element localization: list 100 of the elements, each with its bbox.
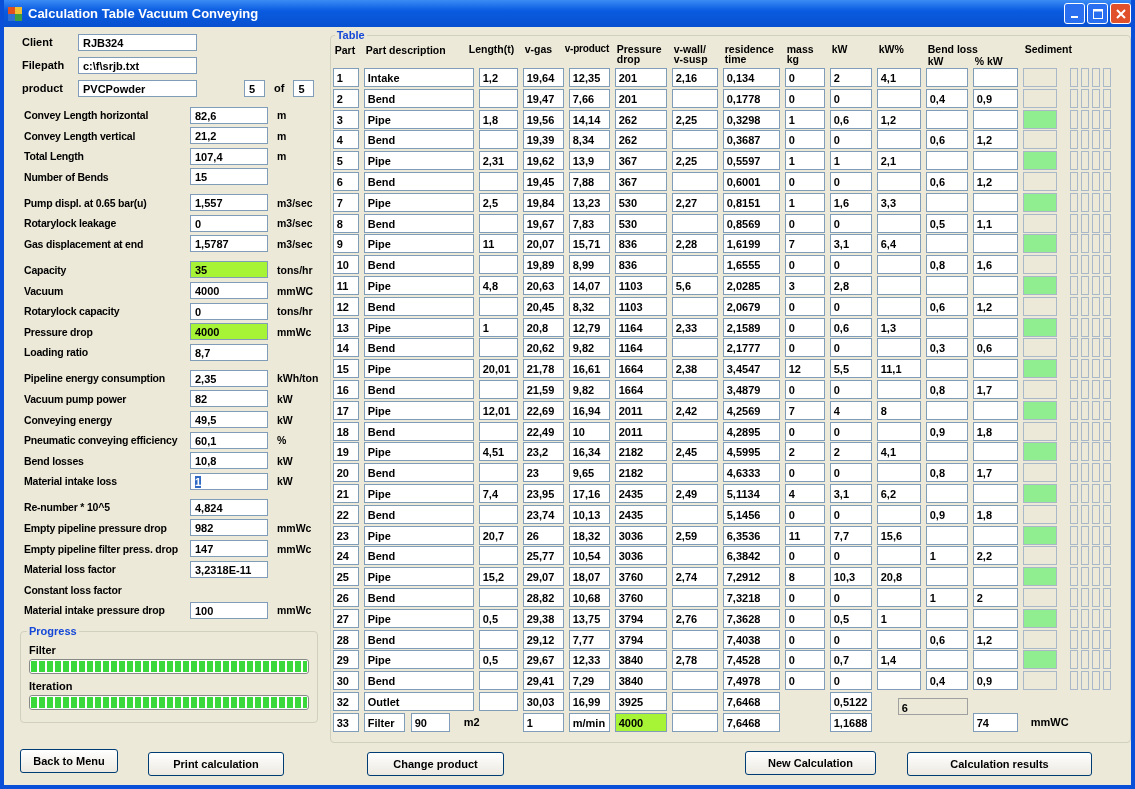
table-cell[interactable] — [478, 255, 518, 275]
table-cell[interactable]: 2,0679 — [722, 296, 780, 316]
table-cell[interactable]: 2,25 — [671, 151, 718, 171]
table-cell[interactable]: 6,2 — [876, 483, 921, 503]
table-cell[interactable]: 0,6 — [829, 109, 872, 129]
table-cell[interactable]: 0 — [784, 255, 825, 275]
table-cell[interactable]: 16 — [332, 379, 359, 399]
table-cell[interactable]: Bend — [363, 255, 474, 275]
table-cell[interactable]: Bend — [363, 88, 474, 108]
table-cell[interactable] — [478, 629, 518, 649]
parameter-field[interactable]: 10,8 — [190, 452, 268, 470]
table-cell[interactable]: 12,33 — [568, 650, 610, 670]
table-cell[interactable]: 0 — [784, 671, 825, 691]
table-cell[interactable]: 7,6468 — [722, 712, 780, 732]
table-cell[interactable]: Bend — [363, 213, 474, 233]
table-cell[interactable]: 5,1456 — [722, 504, 780, 524]
table-cell[interactable]: 19,47 — [522, 88, 564, 108]
table-cell[interactable] — [972, 109, 1018, 129]
table-cell[interactable]: Pipe — [363, 234, 474, 254]
table-cell[interactable]: 7,7 — [829, 525, 872, 545]
table-cell[interactable] — [478, 671, 518, 691]
table-cell[interactable]: 0,4 — [925, 88, 968, 108]
table-cell[interactable] — [478, 504, 518, 524]
table-cell[interactable] — [972, 608, 1018, 628]
table-cell[interactable]: 2,38 — [671, 359, 718, 379]
table-cell[interactable]: 21,59 — [522, 379, 564, 399]
table-cell[interactable]: 530 — [614, 192, 667, 212]
table-cell[interactable]: 1,2 — [972, 629, 1018, 649]
table-cell[interactable]: 3 — [332, 109, 359, 129]
table-cell[interactable]: 3,3 — [876, 192, 921, 212]
table-cell[interactable]: 2 — [972, 587, 1018, 607]
table-cell[interactable]: 3,4547 — [722, 359, 780, 379]
table-cell[interactable]: 23,95 — [522, 483, 564, 503]
table-cell[interactable]: 0,1778 — [722, 88, 780, 108]
table-cell[interactable] — [876, 463, 921, 483]
table-cell[interactable] — [972, 525, 1018, 545]
table-cell[interactable]: 0,5597 — [722, 151, 780, 171]
table-cell[interactable]: 4 — [829, 400, 872, 420]
table-cell[interactable] — [972, 359, 1018, 379]
table-cell[interactable]: 15 — [332, 359, 359, 379]
table-cell[interactable] — [876, 275, 921, 295]
action-button[interactable]: Back to Menu — [20, 749, 118, 773]
table-cell[interactable]: 7,4528 — [722, 650, 780, 670]
table-cell[interactable]: 0 — [784, 338, 825, 358]
table-cell[interactable]: 13,75 — [568, 608, 610, 628]
table-cell[interactable] — [671, 546, 718, 566]
table-cell[interactable]: Bend — [363, 172, 474, 191]
table-cell[interactable]: 0 — [784, 379, 825, 399]
parameter-field[interactable]: 1,5787 — [190, 235, 268, 253]
table-cell[interactable] — [972, 567, 1018, 587]
table-cell[interactable]: 530 — [614, 213, 667, 233]
table-cell[interactable]: 367 — [614, 151, 667, 171]
table-cell[interactable]: 0 — [829, 172, 872, 191]
table-cell[interactable]: 0 — [829, 296, 872, 316]
table-cell[interactable]: 24 — [332, 546, 359, 566]
table-cell[interactable]: 21,78 — [522, 359, 564, 379]
parameter-field[interactable]: 1,557 — [190, 194, 268, 212]
table-cell[interactable]: 17,16 — [568, 483, 610, 503]
table-cell[interactable]: 6 — [332, 172, 359, 191]
table-cell[interactable]: 7,2912 — [722, 567, 780, 587]
table-cell[interactable]: 1 — [784, 192, 825, 212]
table-cell[interactable]: 4,1 — [876, 442, 921, 462]
table-cell[interactable]: 2,33 — [671, 317, 718, 337]
parameter-field[interactable]: 82,6 — [190, 106, 268, 124]
parameter-field[interactable]: 4,824 — [190, 498, 268, 516]
table-cell[interactable] — [972, 275, 1018, 295]
table-cell[interactable]: 13,23 — [568, 192, 610, 212]
parameter-field[interactable]: 21,2 — [190, 127, 268, 145]
table-cell[interactable]: 8,34 — [568, 130, 610, 150]
table-cell[interactable]: 1,1688 — [829, 712, 872, 732]
table-cell[interactable] — [876, 587, 921, 607]
table-cell[interactable]: 19,45 — [522, 172, 564, 191]
table-cell[interactable] — [972, 234, 1018, 254]
table-cell[interactable] — [478, 296, 518, 316]
table-cell[interactable]: 0,5 — [829, 608, 872, 628]
table-cell[interactable]: 0,8 — [925, 255, 968, 275]
table-cell[interactable] — [671, 213, 718, 233]
table-cell[interactable]: 1 — [784, 109, 825, 129]
table-cell[interactable]: 4,1 — [876, 68, 921, 87]
table-cell[interactable]: 1,6 — [972, 255, 1018, 275]
table-cell[interactable] — [478, 213, 518, 233]
table-cell[interactable] — [876, 379, 921, 399]
table-cell[interactable]: 6,4 — [876, 234, 921, 254]
table-cell[interactable]: 3794 — [614, 629, 667, 649]
table-cell[interactable] — [972, 68, 1018, 87]
table-cell[interactable]: 19,89 — [522, 255, 564, 275]
table-cell[interactable]: 7,66 — [568, 88, 610, 108]
table-cell[interactable]: 1,2 — [972, 296, 1018, 316]
table-cell[interactable]: Bend — [363, 504, 474, 524]
table-cell[interactable]: Pipe — [363, 483, 474, 503]
table-cell[interactable]: 20 — [332, 463, 359, 483]
table-cell[interactable]: 1664 — [614, 379, 667, 399]
table-cell[interactable] — [671, 629, 718, 649]
table-cell[interactable]: 23 — [332, 525, 359, 545]
table-cell[interactable]: 0,9 — [925, 421, 968, 441]
table-cell[interactable]: 2,45 — [671, 442, 718, 462]
table-cell[interactable]: 2,27 — [671, 192, 718, 212]
table-cell[interactable]: 0 — [829, 587, 872, 607]
table-cell[interactable]: 7,29 — [568, 671, 610, 691]
parameter-field[interactable]: 2,35 — [190, 369, 268, 387]
